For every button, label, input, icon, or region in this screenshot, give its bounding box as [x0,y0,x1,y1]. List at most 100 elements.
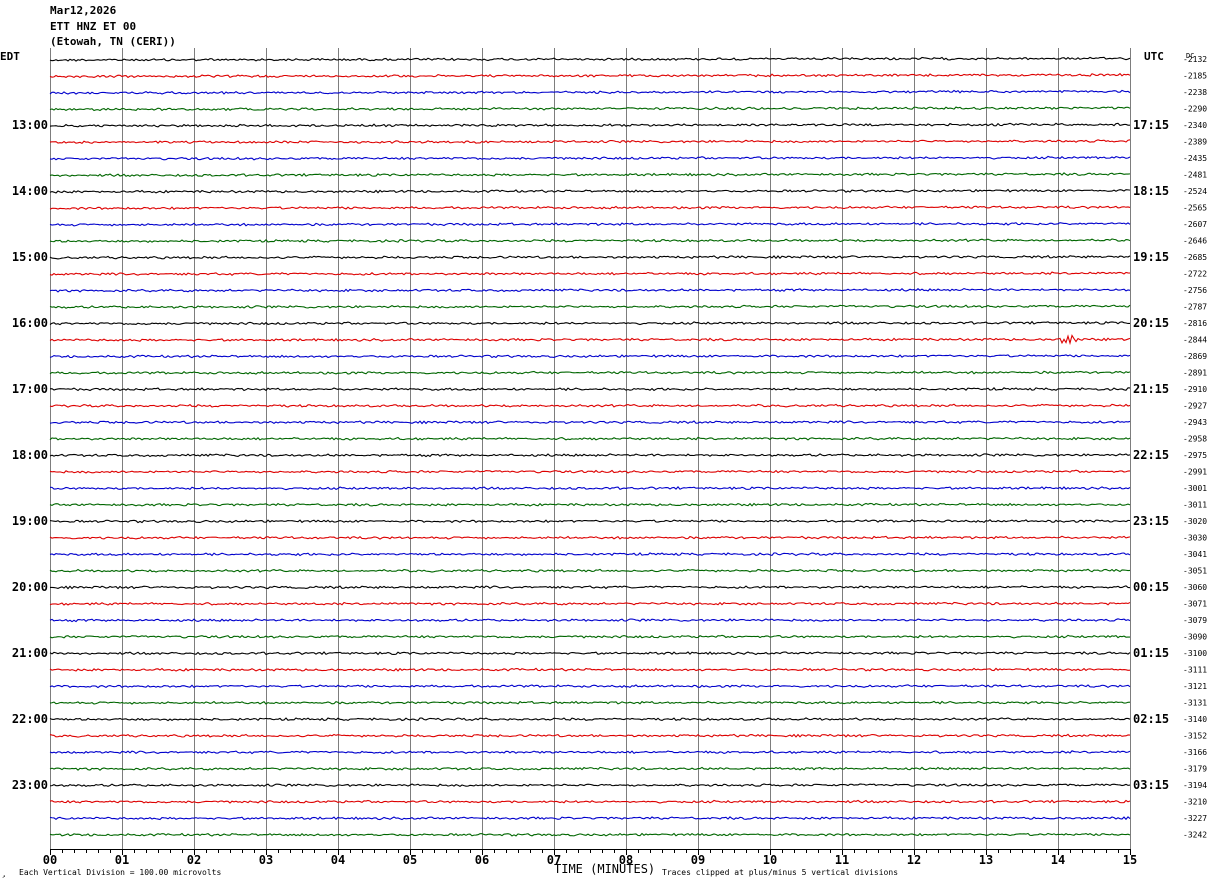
utc-hour-label: 01:15 [1133,646,1169,660]
dc-offset-label: -3060 [1183,583,1207,592]
trace-row [49,750,1131,755]
dc-offset-label: -2389 [1183,138,1207,147]
trace-row [49,469,1131,474]
dc-offset-label: -3041 [1183,550,1207,559]
x-axis: 00 01 02 03 04 05 06 07 08 09 10 11 12 13 14 15TIME (MI… [2,849,1137,880]
trace-row [49,222,1131,227]
trace-row [49,370,1131,375]
trace-row [49,519,1131,524]
trace-row [49,122,1131,128]
dc-offset-label: -2290 [1183,105,1207,114]
trace-row [49,188,1131,194]
dc-offset-label: -3030 [1183,534,1207,543]
utc-hour-label: 19:15 [1133,250,1169,264]
dc-offset-label: -3020 [1183,517,1207,526]
utc-hour-label: 02:15 [1133,712,1169,726]
trace-row [49,172,1131,177]
trace-row [49,618,1131,623]
trace-row [49,287,1131,293]
x-tick-label: 13 [979,853,993,867]
trace-row [49,700,1131,705]
trace-row [49,403,1131,408]
trace-row [49,766,1131,771]
trace-row [49,139,1131,145]
dc-offset-label: -2340 [1183,121,1207,130]
x-tick-label: 02 [187,853,201,867]
dc-offset-label: -2869 [1183,352,1207,361]
trace-row [49,304,1131,309]
dc-offset-label: -3179 [1183,765,1207,774]
trace-row [49,334,1131,346]
edt-hour-label: 17:00 [12,382,48,396]
trace-row [49,453,1131,458]
dc-offset-label: -2722 [1183,270,1207,279]
dc-offset-label: -2958 [1183,435,1207,444]
dc-offset-label: -2991 [1183,468,1207,477]
edt-hour-label: 13:00 [12,118,48,132]
trace-row [49,832,1131,837]
dc-offset-label: -3152 [1183,732,1207,741]
dc-offset-label: -3001 [1183,484,1207,493]
trace-row [49,651,1131,656]
x-tick-label: 01 [115,853,129,867]
x-tick-label: 10 [763,853,777,867]
dc-offset-label: -2844 [1183,336,1207,345]
dc-offset-label: -2435 [1183,154,1207,163]
x-tick-label: 05 [403,853,417,867]
trace-row [49,320,1131,326]
trace-row [49,601,1131,606]
utc-hour-label: 20:15 [1133,316,1169,330]
x-tick-label: 09 [691,853,705,867]
dc-offset-label: -2238 [1183,88,1207,97]
trace-row [49,271,1131,277]
dc-offset-label: -3121 [1183,682,1207,691]
edt-hour-label: 19:00 [12,514,48,528]
trace-row [49,420,1131,425]
trace-row [49,387,1131,392]
dc-offset-label: -3140 [1183,715,1207,724]
trace-rows [49,56,1131,837]
trace-row [49,106,1131,112]
trace-row [49,552,1131,557]
dc-offset-label: -2927 [1183,402,1207,411]
utc-hour-label: 03:15 [1133,778,1169,792]
edt-hour-label: 15:00 [12,250,48,264]
utc-hour-label: 23:15 [1133,514,1169,528]
trace-row [49,816,1131,821]
dc-offset-label: -2787 [1183,303,1207,312]
trace-row [49,89,1131,95]
trace-row [49,155,1131,161]
minute-grid [50,48,1131,849]
trace-row [49,783,1131,788]
trace-row [49,354,1131,359]
utc-hour-label: 00:15 [1133,580,1169,594]
trace-row [49,254,1131,260]
dc-offset-label: -3051 [1183,567,1207,576]
x-tick-label: 15 [1123,853,1137,867]
edt-hour-label: 20:00 [12,580,48,594]
utc-hour-label: 21:15 [1133,382,1169,396]
trace-row [49,205,1131,211]
trace-row [49,733,1131,738]
edt-hour-label: 18:00 [12,448,48,462]
x-tick-label: 00 [43,853,57,867]
utc-hour-label: 18:15 [1133,184,1169,198]
dc-offset-label: -3079 [1183,616,1207,625]
trace-row [49,585,1131,590]
dc-offset-label: -2565 [1183,204,1207,213]
helicorder-plot: 13:00 14:00 15:00 16:00 17:00 18:00 19:00 20:00… [2,48,1207,880]
x-axis-title: TIME (MINUTES) [554,862,655,876]
axis-labels: 13:00 14:00 15:00 16:00 17:00 18:00 19:00 20:00… [12,52,1207,840]
utc-hour-label: 22:15 [1133,448,1169,462]
dc-offset-label: -2816 [1183,319,1207,328]
clip-note: Traces clipped at plus/minus 5 vertical … [662,868,898,877]
trace-row [49,799,1131,804]
dc-offset-label: -3210 [1183,798,1207,807]
dc-offset-label: -3090 [1183,633,1207,642]
trace-row [49,238,1131,244]
corner-mark-icon: ↗ [2,873,6,880]
x-tick-label: 11 [835,853,849,867]
x-tick-label: 04 [331,853,345,867]
dc-offset-label: -2756 [1183,286,1207,295]
dc-offset-label: -2185 [1183,72,1207,81]
